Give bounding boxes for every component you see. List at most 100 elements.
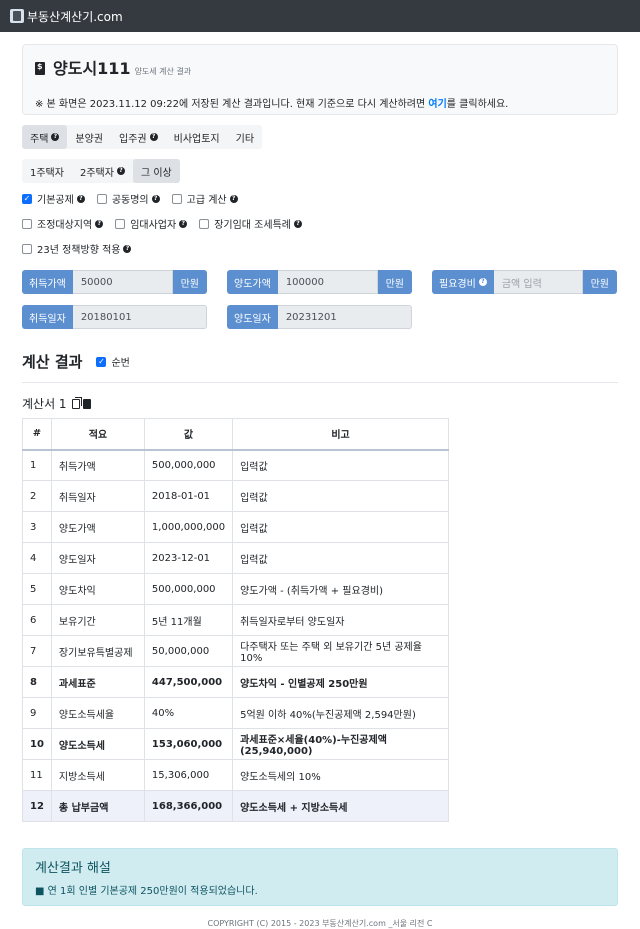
brand-link[interactable]: 부동산계산기.com (27, 8, 123, 25)
checkbox-unchecked-icon[interactable] (22, 243, 32, 254)
table-row: 4 양도일자 2023-12-01 입력값 (22, 542, 449, 574)
transfer-date-input[interactable]: 20231201 (277, 305, 412, 329)
cell-value: 40% (143, 697, 234, 729)
question-circle-icon[interactable]: ? (95, 219, 104, 228)
cell-value: 50,000,000 (143, 635, 234, 667)
document-icon[interactable] (82, 398, 91, 409)
policy-2023-label: 23년 정책방향 적용 (37, 245, 121, 256)
question-circle-icon[interactable]: ? (116, 167, 125, 175)
expenses-input[interactable]: 금액 입력 (493, 270, 583, 294)
order-label: 순번 (111, 358, 130, 369)
property-type-tabs: 주택? 분양권 입주권? 비사업토지 기타 (22, 125, 263, 149)
question-circle-icon[interactable]: ? (149, 133, 158, 141)
calculator-logo-icon[interactable] (10, 9, 24, 23)
tab-non-business-land-label: 비사업토지 (173, 133, 220, 145)
cell-note: 입력값 (232, 511, 449, 543)
checkbox-unchecked-icon[interactable] (199, 218, 210, 229)
checkbox-checked-icon[interactable]: ✓ (22, 193, 32, 204)
expenses-unit: 만원 (582, 270, 617, 294)
cell-item: 양도소득세 (50, 728, 145, 760)
tab-one-house-label: 1주택자 (30, 167, 64, 179)
question-circle-icon[interactable]: ? (293, 219, 302, 228)
tab-more-houses[interactable]: 그 이상 (132, 159, 180, 183)
copy-icon[interactable] (71, 396, 82, 409)
rental-business-checkbox[interactable]: 임대사업자? (115, 216, 188, 231)
sheet-title-text: 계산서 1 (22, 397, 67, 411)
tab-house[interactable]: 주택? (22, 125, 68, 149)
cell-note: 다주택자 또는 주택 외 보유기간 5년 공제율 10% (232, 635, 449, 667)
basic-deduction-checkbox[interactable]: ✓ 기본공제? (22, 191, 85, 206)
checkbox-unchecked-icon[interactable] (96, 193, 107, 204)
cell-number: 7 (22, 635, 52, 667)
cell-number: 8 (22, 666, 52, 698)
checkbox-unchecked-icon[interactable] (22, 218, 32, 229)
question-circle-icon[interactable]: ? (229, 194, 238, 203)
tab-other[interactable]: 기타 (228, 125, 262, 149)
cell-value: 500,000,000 (143, 449, 234, 481)
calculation-table: # 적요 값 비고 1 취득가액 500,000,000 입력값 2 취득일자 2018-0… (22, 418, 449, 822)
question-circle-icon[interactable]: ? (179, 219, 188, 228)
acquire-price-label: 취득가액 (22, 270, 73, 294)
joint-ownership-checkbox[interactable]: 공동명의? (96, 191, 160, 206)
table-row: 6 보유기간 5년 11개월 취득일자로부터 양도일자 (22, 604, 449, 636)
advanced-calc-checkbox[interactable]: 고급 계산? (171, 191, 238, 206)
tab-occupancy-right[interactable]: 입주권? (111, 125, 166, 149)
sheet-title: 계산서 1 (22, 395, 618, 412)
saved-note: ※ 본 화면은 2023.11.12 09:22에 저장된 계산 결과입니다. … (35, 95, 605, 110)
options-panel: ✓ 기본공제? 공동명의? 고급 계산? 조정대상지역? 임대사업자? 장기임대 … (22, 191, 618, 256)
regulated-area-label: 조정대상지역 (37, 220, 93, 231)
question-circle-icon[interactable]: ? (151, 194, 160, 203)
acquire-date-input[interactable]: 20180101 (72, 305, 207, 329)
regulated-area-checkbox[interactable]: 조정대상지역? (22, 216, 104, 231)
tab-presale-right[interactable]: 분양권 (67, 125, 111, 149)
transfer-price-input[interactable]: 100000 (277, 270, 378, 294)
explanation-title: 계산결과 해설 (35, 861, 111, 876)
tab-presale-right-label: 분양권 (75, 133, 104, 145)
cell-item: 양도소득세율 (50, 697, 145, 729)
cell-note: 입력값 (232, 542, 449, 574)
cell-value: 2023-12-01 (143, 542, 234, 574)
table-header-row: # 적요 값 비고 (22, 418, 449, 451)
cell-item: 지방소득세 (50, 759, 145, 791)
table-row: 11 지방소득세 15,306,000 양도소득세의 10% (22, 759, 449, 791)
tab-more-houses-label: 그 이상 (140, 167, 172, 179)
policy-2023-checkbox[interactable]: 23년 정책방향 적용? (22, 241, 132, 256)
acquire-price-unit: 만원 (172, 270, 207, 294)
checkbox-unchecked-icon[interactable] (115, 218, 126, 229)
cell-note: 과세표준×세율(40%)-누진공제액(25,940,000) (232, 728, 449, 760)
cell-value: 153,060,000 (143, 728, 234, 760)
transfer-price-label: 양도가액 (227, 270, 278, 294)
rental-business-label: 임대사업자 (130, 220, 177, 231)
saved-note-text: ※ 본 화면은 2023.11.12 09:22에 저장된 계산 결과입니다. … (35, 99, 429, 110)
checkbox-checked-icon[interactable]: ✓ (96, 356, 107, 367)
cell-note: 5억원 이하 40%(누진공제액 2,594만원) (232, 697, 449, 729)
saved-note-suffix: 를 클릭하세요. (446, 99, 509, 110)
long-term-rental-checkbox[interactable]: 장기임대 조세특례? (199, 216, 302, 231)
tab-two-houses[interactable]: 2주택자? (72, 159, 133, 183)
question-circle-icon[interactable]: ? (51, 133, 60, 141)
result-header: 계산 결과 ✓ 순번 (22, 351, 618, 383)
table-row: 2 취득일자 2018-01-01 입력값 (22, 480, 449, 512)
cell-number: 12 (22, 790, 52, 822)
tab-one-house[interactable]: 1주택자 (22, 159, 72, 183)
cell-number: 2 (22, 480, 52, 512)
tab-house-label: 주택 (30, 133, 49, 145)
question-circle-icon[interactable]: ? (76, 194, 85, 203)
tab-non-business-land[interactable]: 비사업토지 (166, 125, 228, 149)
cell-item: 취득가액 (50, 449, 145, 481)
order-checkbox[interactable]: ✓ 순번 (96, 354, 130, 369)
question-circle-icon[interactable]: ? (123, 244, 132, 253)
cell-item: 과세표준 (50, 666, 145, 698)
question-circle-icon[interactable]: ? (478, 278, 487, 286)
recalculate-link[interactable]: 여기 (428, 99, 446, 110)
tab-occupancy-right-label: 입주권 (119, 133, 147, 145)
expenses-label: 필요경비 (439, 278, 476, 290)
table-row: 3 양도가액 1,000,000,000 입력값 (22, 511, 449, 543)
acquire-date-label: 취득일자 (22, 305, 73, 329)
checkbox-unchecked-icon[interactable] (171, 193, 182, 204)
cell-number: 9 (22, 697, 52, 729)
acquire-price-input[interactable]: 50000 (72, 270, 173, 294)
cell-item: 양도일자 (50, 542, 145, 574)
cell-value: 1,000,000,000 (143, 511, 234, 543)
cell-value: 15,306,000 (143, 759, 234, 791)
